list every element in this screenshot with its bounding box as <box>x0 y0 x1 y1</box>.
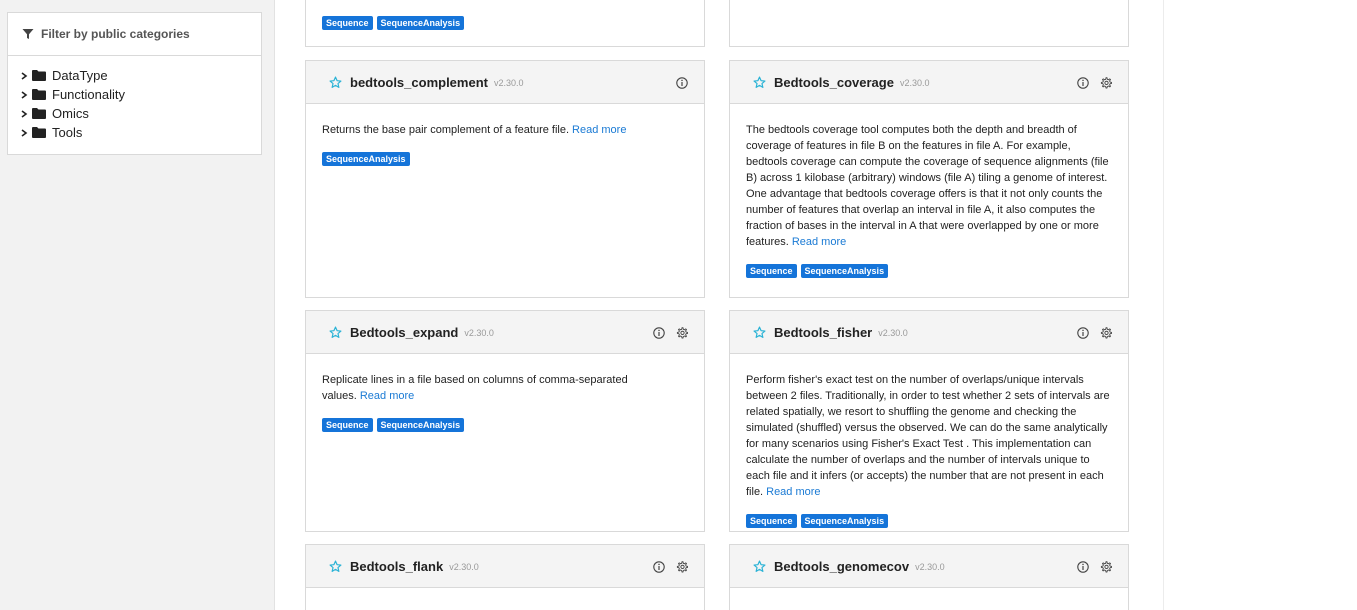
card-body: Replicate lines in a file based on colum… <box>306 354 704 432</box>
star-icon[interactable] <box>329 325 342 339</box>
tag-badge[interactable]: Sequence <box>322 16 373 30</box>
tool-version: v2.30.0 <box>493 78 524 88</box>
gear-icon[interactable] <box>1100 560 1112 573</box>
tool-card <box>729 0 1129 47</box>
tag-list: Sequence SequenceAnalysis <box>746 514 1112 528</box>
card-body: Returns the base pair complement of a fe… <box>306 104 704 166</box>
filter-title: Filter by public categories <box>41 27 190 41</box>
tool-card-bedtools-fisher: Bedtools_fisher v2.30.0 Perform fisher's… <box>729 310 1129 532</box>
gear-icon[interactable] <box>676 560 688 573</box>
tool-version: v2.30.0 <box>449 562 479 572</box>
info-icon[interactable] <box>653 560 665 573</box>
gear-icon[interactable] <box>1100 326 1112 339</box>
tool-card-bedtools-expand: Bedtools_expand v2.30.0 Replicate lines … <box>305 310 705 532</box>
tag-list: Sequence SequenceAnalysis <box>322 16 465 30</box>
tag-badge[interactable]: SequenceAnalysis <box>800 264 889 278</box>
content-divider <box>1163 0 1164 610</box>
category-item-functionality[interactable]: Functionality <box>20 85 261 104</box>
tag-list: SequenceAnalysis <box>322 152 688 166</box>
tool-name[interactable]: bedtools_complement <box>350 75 488 90</box>
star-icon[interactable] <box>329 75 342 89</box>
read-more-link[interactable]: Read more <box>766 486 820 498</box>
card-header: Bedtools_coverage v2.30.0 <box>730 61 1128 104</box>
chevron-right-icon[interactable] <box>20 71 32 80</box>
card-header: Bedtools_flank v2.30.0 <box>306 545 704 588</box>
gear-icon[interactable] <box>676 326 688 339</box>
category-tree: DataType Functionality Omics Tools <box>8 56 261 142</box>
tool-description: Returns the base pair complement of a fe… <box>322 124 627 136</box>
folder-icon <box>32 108 46 119</box>
filter-header: Filter by public categories <box>8 13 261 56</box>
folder-icon <box>32 127 46 138</box>
info-icon[interactable] <box>1077 76 1089 89</box>
tool-version: v2.30.0 <box>464 328 494 338</box>
tag-badge[interactable]: SequenceAnalysis <box>322 152 410 166</box>
tool-card-bedtools-genomecov: Bedtools_genomecov v2.30.0 <box>729 544 1129 610</box>
tool-description: Perform fisher's exact test on the numbe… <box>746 374 1110 498</box>
category-label: DataType <box>52 68 108 83</box>
tool-version: v2.30.0 <box>899 78 930 88</box>
chevron-right-icon[interactable] <box>20 109 32 118</box>
tool-card-bedtools-flank: Bedtools_flank v2.30.0 <box>305 544 705 610</box>
tool-card-bedtools-complement: bedtools_complement v2.30.0 Returns the … <box>305 60 705 298</box>
card-header: Bedtools_expand v2.30.0 <box>306 311 704 354</box>
tag-badge[interactable]: Sequence <box>746 514 797 528</box>
category-label: Omics <box>52 106 89 121</box>
folder-icon <box>32 70 46 81</box>
folder-icon <box>32 89 46 100</box>
star-icon[interactable] <box>329 559 342 573</box>
info-icon[interactable] <box>1077 560 1089 573</box>
tool-card: Sequence SequenceAnalysis <box>305 0 705 47</box>
card-body: The bedtools coverage tool computes both… <box>730 104 1128 278</box>
tool-name[interactable]: Bedtools_coverage <box>774 75 894 90</box>
tag-list: Sequence SequenceAnalysis <box>322 418 688 432</box>
chevron-right-icon[interactable] <box>20 90 32 99</box>
card-body: Perform fisher's exact test on the numbe… <box>730 354 1128 528</box>
category-item-omics[interactable]: Omics <box>20 104 261 123</box>
tool-name[interactable]: Bedtools_flank <box>350 559 443 574</box>
category-item-tools[interactable]: Tools <box>20 123 261 142</box>
category-item-datatype[interactable]: DataType <box>20 66 261 85</box>
tag-badge[interactable]: SequenceAnalysis <box>376 418 465 432</box>
card-header: bedtools_complement v2.30.0 <box>306 61 704 104</box>
tag-list: Sequence SequenceAnalysis <box>746 264 1112 278</box>
tool-version: v2.30.0 <box>878 328 908 338</box>
tool-description: Replicate lines in a file based on colum… <box>322 374 628 402</box>
read-more-link[interactable]: Read more <box>360 390 414 402</box>
category-label: Functionality <box>52 87 125 102</box>
read-more-link[interactable]: Read more <box>792 236 846 248</box>
category-label: Tools <box>52 125 83 140</box>
info-icon[interactable] <box>653 326 665 339</box>
info-icon[interactable] <box>676 76 688 89</box>
tag-badge[interactable]: SequenceAnalysis <box>800 514 889 528</box>
info-icon[interactable] <box>1077 326 1089 339</box>
tool-card-bedtools-coverage: Bedtools_coverage v2.30.0 The bedtools c… <box>729 60 1129 298</box>
tag-badge[interactable]: Sequence <box>746 264 797 278</box>
card-header: Bedtools_genomecov v2.30.0 <box>730 545 1128 588</box>
category-filter-panel: Filter by public categories DataType Fun… <box>7 12 262 155</box>
chevron-right-icon[interactable] <box>20 128 32 137</box>
star-icon[interactable] <box>753 325 766 339</box>
tool-version: v2.30.0 <box>915 562 945 572</box>
filter-icon <box>22 29 34 39</box>
tool-name[interactable]: Bedtools_fisher <box>774 325 872 340</box>
tag-badge[interactable]: SequenceAnalysis <box>376 16 465 30</box>
star-icon[interactable] <box>753 75 766 89</box>
gear-icon[interactable] <box>1100 76 1112 89</box>
tag-badge[interactable]: Sequence <box>322 418 373 432</box>
read-more-link[interactable]: Read more <box>572 124 626 136</box>
tool-description: The bedtools coverage tool computes both… <box>746 124 1109 248</box>
tool-name[interactable]: Bedtools_expand <box>350 325 458 340</box>
tool-name[interactable]: Bedtools_genomecov <box>774 559 909 574</box>
star-icon[interactable] <box>753 559 766 573</box>
sidebar: Filter by public categories DataType Fun… <box>0 0 275 610</box>
card-header: Bedtools_fisher v2.30.0 <box>730 311 1128 354</box>
